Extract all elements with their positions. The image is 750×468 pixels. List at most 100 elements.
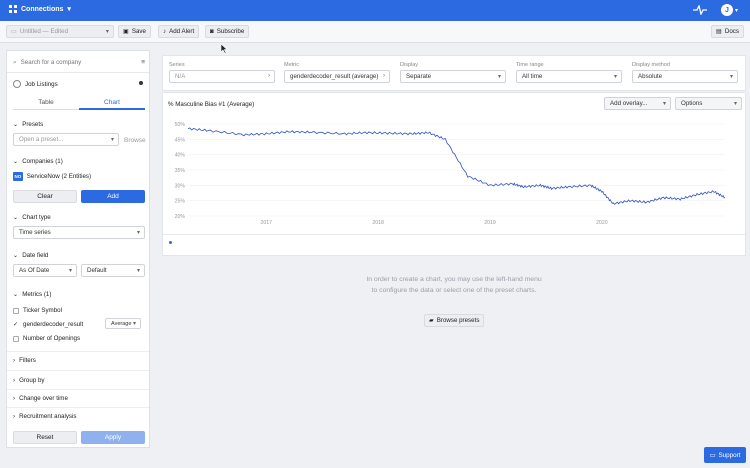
chart-type-select[interactable]: Time series ▾ bbox=[13, 226, 145, 239]
docs-button[interactable]: ▤ Docs bbox=[711, 25, 744, 38]
y-tick-label: 50% bbox=[175, 122, 186, 128]
rss-icon: ◙ bbox=[210, 28, 214, 35]
chevron-down-icon: ▾ bbox=[497, 74, 501, 80]
x-tick-label: 2017 bbox=[261, 220, 273, 226]
chevron-down-icon: ⌄ bbox=[13, 291, 19, 298]
app-switcher[interactable]: Connections ▾ bbox=[9, 5, 71, 13]
filters-header[interactable]: › Filters bbox=[13, 357, 36, 364]
group-by-header[interactable]: › Group by bbox=[13, 377, 45, 384]
metrics-header[interactable]: ⌄ Metrics (1) bbox=[13, 291, 51, 298]
legend-dot-icon[interactable] bbox=[169, 241, 172, 244]
chevron-right-icon: › bbox=[383, 73, 385, 79]
y-tick-label: 40% bbox=[175, 153, 186, 159]
date-mode-select[interactable]: Default ▾ bbox=[81, 264, 145, 277]
chevron-right-icon: › bbox=[13, 395, 16, 402]
chevron-down-icon: ▾ bbox=[132, 321, 136, 327]
chevron-down-icon: ▾ bbox=[613, 74, 617, 80]
reset-button[interactable]: Reset bbox=[13, 431, 77, 444]
apply-button[interactable]: Apply bbox=[81, 431, 145, 444]
divider bbox=[7, 72, 149, 73]
save-button[interactable]: ▣ Save bbox=[118, 25, 151, 38]
dataset-row[interactable]: Job Listings bbox=[13, 80, 58, 88]
clear-button[interactable]: Clear bbox=[13, 190, 77, 203]
document-title-select[interactable]: ▭ Untitled — Edited ▾ bbox=[6, 25, 114, 38]
folder-icon: ▰ bbox=[429, 317, 434, 324]
series-select[interactable]: N/A › bbox=[169, 70, 275, 83]
chevron-down-icon: ⌄ bbox=[13, 252, 19, 259]
grid-icon bbox=[9, 5, 17, 13]
checkbox[interactable] bbox=[13, 335, 19, 342]
chevron-down-icon: ⌄ bbox=[13, 158, 19, 165]
divider bbox=[7, 407, 149, 408]
y-tick-label: 35% bbox=[175, 168, 186, 174]
chevron-down-icon: ▾ bbox=[110, 137, 114, 143]
activity-icon[interactable] bbox=[692, 5, 707, 15]
menu-icon[interactable]: ≡ bbox=[141, 59, 145, 66]
toolbar: ▭ Untitled — Edited ▾ ▣ Save ♪ Add Alert… bbox=[0, 21, 750, 43]
company-badge: NO bbox=[13, 172, 23, 181]
chart-config-bar: Series N/A › Metric genderdecoder_result… bbox=[162, 55, 746, 91]
x-tick-label: 2019 bbox=[484, 220, 496, 226]
subscribe-button[interactable]: ◙ Subscribe bbox=[205, 25, 250, 38]
presets-header[interactable]: ⌄ Presets bbox=[13, 121, 43, 128]
file-icon: ▭ bbox=[11, 28, 17, 35]
active-dot-icon bbox=[139, 81, 143, 85]
metric-item[interactable]: Ticker Symbol bbox=[13, 307, 62, 314]
add-button[interactable]: Add bbox=[81, 190, 145, 203]
company-item[interactable]: NO ServiceNow (2 Entities) bbox=[13, 172, 91, 181]
chevron-down-icon: ▾ bbox=[68, 268, 72, 274]
chevron-right-icon: › bbox=[13, 377, 16, 384]
divider bbox=[7, 389, 149, 390]
divider bbox=[7, 351, 149, 352]
chart-panel: % Masculine Bias #1 (Average) Add overla… bbox=[162, 92, 747, 257]
book-icon: ▤ bbox=[716, 28, 722, 35]
companies-header[interactable]: ⌄ Companies (1) bbox=[13, 158, 63, 165]
browse-link[interactable]: Browse bbox=[124, 137, 146, 144]
metric-item[interactable]: ✓ genderdecoder_result bbox=[13, 321, 83, 328]
company-search[interactable]: ⌕ ≡ bbox=[13, 57, 145, 68]
app-name: Connections bbox=[21, 5, 64, 13]
recruitment-analysis-header[interactable]: › Recruitment analysis bbox=[13, 413, 77, 420]
left-sidebar: ⌕ ≡ Job Listings Table Chart ⌄Presets Op… bbox=[6, 50, 150, 448]
metric-select[interactable]: genderdecoder_result (average) › bbox=[284, 70, 390, 83]
metric-item[interactable]: Number of Openings bbox=[13, 335, 80, 342]
display-select[interactable]: Separate ▾ bbox=[400, 70, 506, 83]
avatar: J bbox=[720, 4, 733, 16]
empty-state-message: In order to create a chart, you may use … bbox=[366, 276, 542, 294]
search-icon: ⌕ bbox=[13, 58, 17, 66]
chevron-right-icon: › bbox=[13, 413, 16, 420]
tab-table[interactable]: Table bbox=[13, 96, 79, 110]
date-field-select[interactable]: As Of Date ▾ bbox=[13, 264, 77, 277]
y-tick-label: 20% bbox=[175, 214, 186, 220]
chart-type-header[interactable]: ⌄ Chart type bbox=[13, 214, 51, 221]
chevron-down-icon: ⌄ bbox=[13, 214, 19, 221]
support-button[interactable]: ▭ Support bbox=[704, 447, 746, 463]
line-chart[interactable]: 50% 45% 40% 35% 30% 25% 20% 2017 2018 2019 2020 bbox=[163, 93, 747, 257]
change-over-time-header[interactable]: › Change over time bbox=[13, 395, 68, 402]
bell-icon: ♪ bbox=[163, 28, 167, 35]
browse-presets-button[interactable]: ▰ Browse presets bbox=[424, 314, 485, 327]
user-menu[interactable]: J ▾ bbox=[720, 4, 738, 16]
chat-icon: ▭ bbox=[709, 451, 716, 459]
search-input[interactable] bbox=[20, 59, 131, 66]
chevron-down-icon: ▾ bbox=[136, 268, 140, 274]
display-method-select[interactable]: Absolute ▾ bbox=[632, 70, 738, 83]
tab-chart[interactable]: Chart bbox=[79, 96, 145, 110]
chevron-down-icon: ⌄ bbox=[13, 121, 19, 128]
chevron-down-icon: ▾ bbox=[136, 230, 140, 236]
x-tick-label: 2020 bbox=[596, 220, 608, 226]
chevron-down-icon: ▾ bbox=[105, 28, 109, 35]
y-tick-label: 45% bbox=[175, 137, 186, 143]
aggregation-select[interactable]: Average ▾ bbox=[105, 318, 141, 329]
divider bbox=[7, 370, 149, 371]
add-alert-button[interactable]: ♪ Add Alert bbox=[158, 25, 200, 38]
chevron-down-icon: ▾ bbox=[734, 7, 738, 14]
checkbox[interactable] bbox=[13, 307, 19, 314]
time-range-select[interactable]: All time ▾ bbox=[516, 70, 622, 83]
mouse-cursor-icon bbox=[221, 44, 228, 54]
chevron-down-icon: ▾ bbox=[67, 6, 71, 13]
check-icon[interactable]: ✓ bbox=[13, 321, 19, 328]
date-field-header[interactable]: ⌄ Date field bbox=[13, 252, 48, 259]
preset-select[interactable]: Open a preset... ▾ bbox=[13, 133, 119, 146]
y-tick-label: 30% bbox=[175, 183, 186, 189]
